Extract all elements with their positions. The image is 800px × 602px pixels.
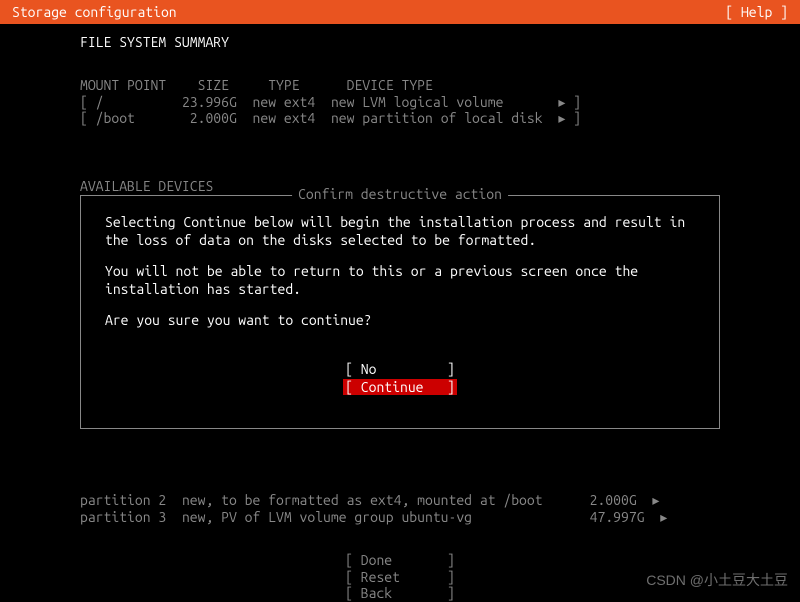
confirm-dialog: Confirm destructive action Selecting Con… xyxy=(80,195,720,429)
back-button[interactable]: [ Back ] xyxy=(345,585,455,601)
page-title: Storage configuration xyxy=(12,4,177,20)
reset-button[interactable]: [ Reset ] xyxy=(345,569,455,585)
footer-buttons: [ Done ] [ Reset ] [ Back ] xyxy=(0,535,800,602)
fs-header-row: MOUNT POINT SIZE TYPE DEVICE TYPE xyxy=(80,77,433,93)
done-button[interactable]: [ Done ] xyxy=(345,552,455,568)
fs-summary-table: MOUNT POINT SIZE TYPE DEVICE TYPE [ / 23… xyxy=(0,58,800,146)
continue-button[interactable]: [ Continue ] xyxy=(343,379,457,395)
watermark: CSDN @小土豆大土豆 xyxy=(646,570,788,590)
dialog-title: Confirm destructive action xyxy=(292,186,508,202)
help-button[interactable]: [ Help ] xyxy=(725,4,788,20)
fs-row[interactable]: [ / 23.996G new ext4 new LVM logical vol… xyxy=(80,94,581,110)
fs-row[interactable]: [ /boot 2.000G new ext4 new partition of… xyxy=(80,110,581,126)
dialog-text: Selecting Continue below will begin the … xyxy=(105,214,695,249)
partition-row[interactable]: partition 3 new, PV of LVM volume group … xyxy=(80,509,667,525)
dialog-text: Are you sure you want to continue? xyxy=(105,312,695,330)
chevron-right-icon: ▸ ] xyxy=(558,110,581,126)
chevron-right-icon: ▸ ] xyxy=(558,94,581,110)
no-button[interactable]: [ No ] xyxy=(345,361,455,377)
header-bar: Storage configuration [ Help ] xyxy=(0,0,800,24)
fs-summary-title: FILE SYSTEM SUMMARY xyxy=(0,32,800,52)
partition-row[interactable]: partition 2 new, to be formatted as ext4… xyxy=(80,492,659,508)
chevron-right-icon: ▸ xyxy=(652,492,659,508)
dialog-text: You will not be able to return to this o… xyxy=(105,263,695,298)
chevron-right-icon: ▸ xyxy=(660,509,667,525)
partition-list: partition 2 new, to be formatted as ext4… xyxy=(80,475,750,525)
